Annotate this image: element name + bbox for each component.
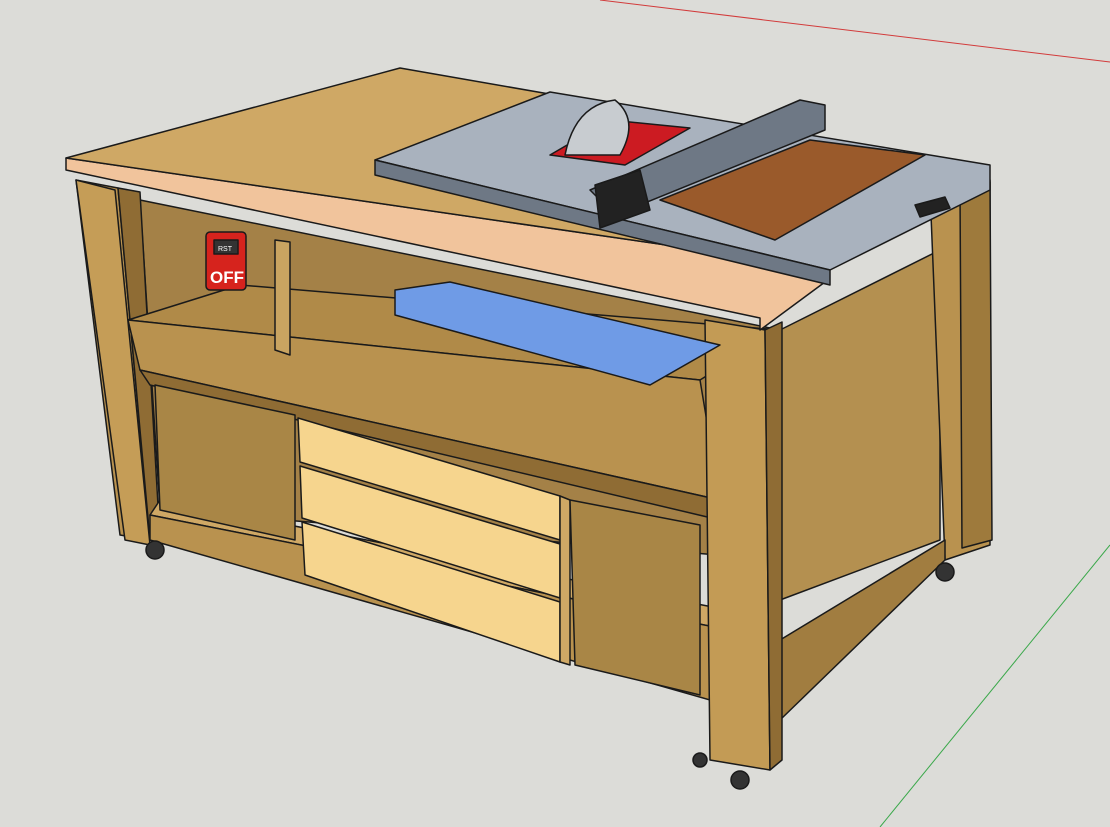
caster-4 (692, 752, 708, 768)
caster-2 (935, 562, 955, 582)
side-panel-right (779, 249, 941, 601)
leg-right-front (704, 319, 771, 771)
caster-3 (730, 770, 750, 790)
workbench[interactable] (65, 67, 993, 790)
red-axis (599, 0, 1110, 63)
sketchup-viewport[interactable]: OFF RST (0, 0, 1110, 827)
caster-1 (145, 540, 165, 560)
switch-label: OFF (210, 268, 244, 287)
model-canvas[interactable]: OFF RST (0, 0, 1110, 827)
switch-small-label: RST (218, 246, 233, 253)
